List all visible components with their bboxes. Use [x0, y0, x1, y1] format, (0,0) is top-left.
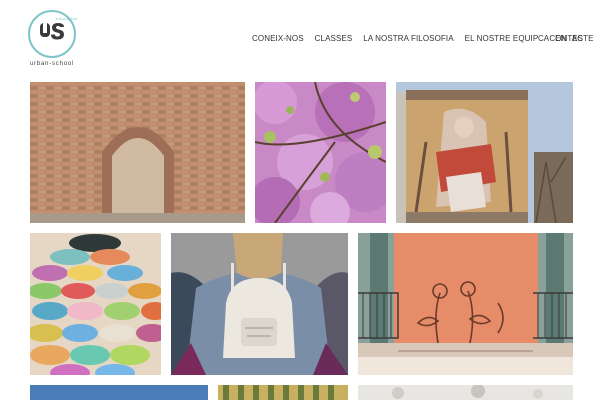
gallery-tile-sky[interactable]	[30, 385, 208, 400]
logo-monogram-icon	[40, 23, 64, 40]
site-logo[interactable]: education urban-school	[26, 10, 78, 70]
striped-building-image	[218, 385, 348, 400]
gallery-tile-white-blossom[interactable]	[358, 385, 573, 400]
brick-wall-image	[30, 82, 245, 223]
lang-en[interactable]: EN	[555, 34, 566, 43]
logo-tagline: urban-school	[29, 61, 75, 67]
gallery-tile-striped-building[interactable]	[218, 385, 348, 400]
mural-image	[396, 82, 573, 223]
painted-tires-image	[30, 233, 161, 375]
gallery-tile-brick-wall[interactable]	[30, 82, 245, 223]
white-blossom-image	[358, 385, 573, 400]
nav-item-equip[interactable]: EL NOSTRE EQUIP	[465, 34, 539, 43]
language-switcher: CA EN ES	[538, 34, 589, 43]
logo-small-text: education	[56, 16, 78, 21]
pink-blossom-image	[255, 82, 386, 223]
sky-image	[30, 385, 208, 400]
backpack-image	[171, 233, 348, 375]
nav-item-filosofia[interactable]: LA NOSTRA FILOSOFIA	[363, 34, 453, 43]
gallery-tile-tires[interactable]	[30, 233, 161, 375]
site-header: education urban-school CONEIX-NOS CLASSE…	[0, 0, 600, 78]
gallery-tile-facade[interactable]	[358, 233, 573, 375]
nav-item-classes[interactable]: CLASSES	[315, 34, 353, 43]
lang-ca[interactable]: CA	[538, 34, 549, 43]
gallery-tile-mural[interactable]	[396, 82, 573, 223]
facade-image	[358, 233, 573, 375]
lang-es[interactable]: ES	[572, 34, 583, 43]
nav-item-coneix-nos[interactable]: CONEIX-NOS	[252, 34, 304, 43]
gallery-tile-pink-blossom[interactable]	[255, 82, 386, 223]
gallery-tile-backpack[interactable]	[171, 233, 348, 375]
